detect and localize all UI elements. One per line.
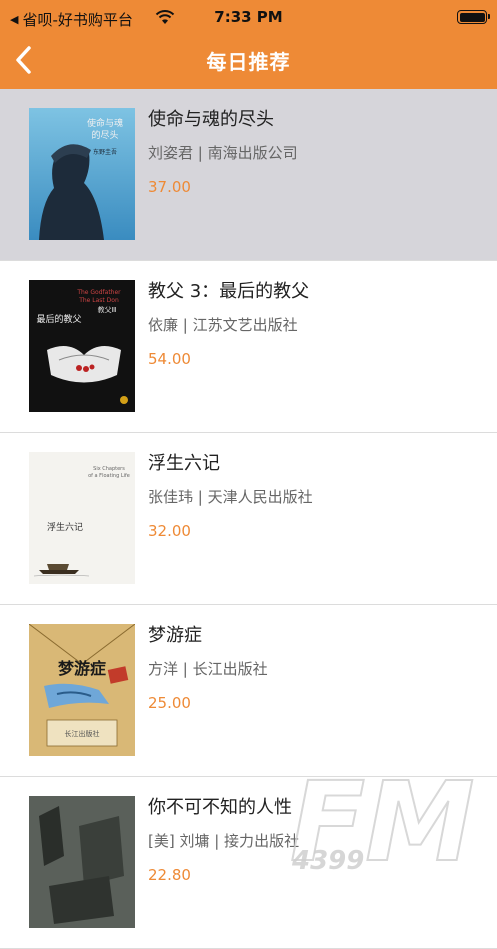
- book-price: 54.00: [148, 350, 191, 368]
- book-cover: 使命与魂 的尽头 东野圭吾: [29, 108, 135, 240]
- book-item[interactable]: 你不可不知的人性 [美] 刘墉 | 接力出版社 22.80: [0, 777, 497, 949]
- book-price: 25.00: [148, 694, 191, 712]
- book-title: 教父 3：最后的教父: [148, 281, 310, 302]
- header: ◀ 省呗-好书购平台 7:33 PM 每日推荐: [0, 0, 497, 89]
- status-bar: ◀ 省呗-好书购平台 7:33 PM: [0, 0, 497, 34]
- svg-text:The Last Don: The Last Don: [78, 297, 119, 304]
- svg-text:教父Ⅲ: 教父Ⅲ: [98, 305, 117, 314]
- book-info: 教父 3：最后的教父 依廉 | 江苏文艺出版社 54.00: [148, 281, 487, 368]
- book-author-publisher: 依廉 | 江苏文艺出版社: [148, 316, 298, 334]
- book-price: 37.00: [148, 178, 191, 196]
- book-author-publisher: 刘姿君 | 南海出版公司: [148, 144, 298, 162]
- book-author-publisher: [美] 刘墉 | 接力出版社: [148, 832, 300, 850]
- svg-text:of a Floating Life: of a Floating Life: [88, 473, 130, 479]
- svg-text:长江出版社: 长江出版社: [65, 729, 100, 738]
- book-info: 浮生六记 张佳玮 | 天津人民出版社 32.00: [148, 453, 487, 540]
- book-item[interactable]: The Godfather The Last Don 教父Ⅲ 最后的教父 教父 …: [0, 261, 497, 433]
- svg-text:的尽头: 的尽头: [91, 129, 118, 141]
- book-cover: The Godfather The Last Don 教父Ⅲ 最后的教父: [29, 280, 135, 412]
- battery-icon: [457, 10, 490, 24]
- svg-text:梦游症: 梦游症: [58, 659, 106, 678]
- status-time: 7:33 PM: [214, 8, 283, 26]
- book-info: 梦游症 方洋 | 长江出版社 25.00: [148, 625, 487, 712]
- svg-text:The Godfather: The Godfather: [76, 289, 121, 296]
- svg-text:浮生六记: 浮生六记: [47, 521, 83, 533]
- book-info: 你不可不知的人性 [美] 刘墉 | 接力出版社 22.80: [148, 797, 487, 884]
- svg-text:使命与魂: 使命与魂: [87, 117, 123, 129]
- svg-text:最后的教父: 最后的教父: [36, 313, 81, 325]
- book-author-publisher: 方洋 | 长江出版社: [148, 660, 268, 678]
- book-list: 使命与魂 的尽头 东野圭吾 使命与魂的尽头 刘姿君 | 南海出版公司 37.00…: [0, 89, 497, 949]
- svg-text:东野圭吾: 东野圭吾: [93, 148, 117, 156]
- book-cover: Six Chapters of a Floating Life 浮生六记: [29, 452, 135, 584]
- book-author-publisher: 张佳玮 | 天津人民出版社: [148, 488, 313, 506]
- book-title: 使命与魂的尽头: [148, 109, 274, 130]
- book-price: 22.80: [148, 866, 191, 884]
- book-title: 浮生六记: [148, 453, 220, 474]
- book-price: 32.00: [148, 522, 191, 540]
- book-title: 你不可不知的人性: [148, 797, 292, 818]
- book-cover: 梦游症 长江出版社: [29, 624, 135, 756]
- page-title: 每日推荐: [206, 50, 291, 74]
- svg-text:Six Chapters: Six Chapters: [93, 466, 125, 472]
- book-info: 使命与魂的尽头 刘姿君 | 南海出版公司 37.00: [148, 109, 487, 196]
- book-item[interactable]: 梦游症 长江出版社 梦游症 方洋 | 长江出版社 25.00: [0, 605, 497, 777]
- book-cover: [29, 796, 135, 928]
- book-item[interactable]: 使命与魂 的尽头 东野圭吾 使命与魂的尽头 刘姿君 | 南海出版公司 37.00: [0, 89, 497, 261]
- book-title: 梦游症: [148, 625, 202, 646]
- book-item[interactable]: Six Chapters of a Floating Life 浮生六记 浮生六…: [0, 433, 497, 605]
